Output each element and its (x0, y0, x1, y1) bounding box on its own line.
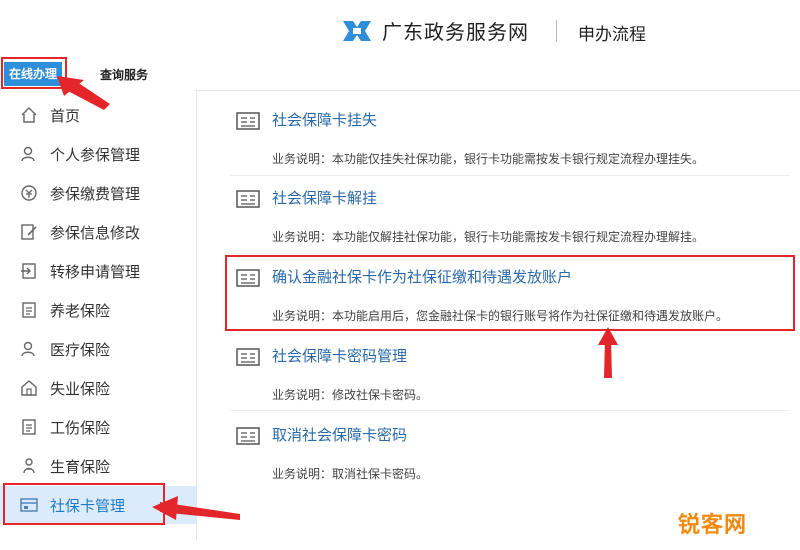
service-title-link[interactable]: 取消社会保障卡密码 (272, 424, 407, 445)
transfer-icon (21, 263, 36, 279)
person-icon (21, 341, 35, 357)
sidebar: 首页 个人参保管理 参保缴费管理 参保信息修改 转移申请管理 养老保险 医疗保险… (0, 90, 197, 540)
sidebar-item-personal[interactable]: 个人参保管理 (0, 135, 196, 173)
sidebar-item-label: 首页 (50, 107, 81, 125)
service-card: 取消社会保障卡密码 业务说明：取消社保卡密码。 (230, 415, 800, 493)
sidebar-item-injury[interactable]: 工伤保险 (0, 408, 196, 446)
payment-icon (21, 185, 37, 201)
sidebar-item-label: 参保缴费管理 (50, 185, 141, 203)
person-icon (21, 146, 35, 162)
divider (230, 410, 790, 411)
site-name[interactable]: 广东政务服务网 (382, 16, 529, 45)
document-icon (22, 302, 36, 318)
service-description: 业务说明：本功能仅挂失社保功能，银行卡功能需按发卡银行规定流程办理挂失。 (272, 152, 705, 166)
house-icon (21, 380, 37, 396)
sidebar-item-medical[interactable]: 医疗保险 (0, 330, 196, 368)
section-title: 申办流程 (578, 25, 646, 45)
service-title-link[interactable]: 社会保障卡挂失 (272, 109, 377, 130)
annotation-box-tab (1, 57, 67, 89)
divider (230, 253, 790, 254)
sidebar-item-payment[interactable]: 参保缴费管理 (0, 174, 196, 212)
home-icon (21, 107, 37, 123)
sidebar-item-label: 养老保险 (50, 302, 111, 320)
annotation-box-sidebar (3, 483, 165, 525)
service-title-link[interactable]: 社会保障卡解挂 (272, 187, 377, 208)
id-card-icon (236, 112, 260, 130)
service-card: 社会保障卡解挂 业务说明：本功能仅解挂社保功能，银行卡功能需按发卡银行规定流程办… (230, 178, 800, 256)
document-icon (22, 419, 36, 435)
service-title-link[interactable]: 社会保障卡密码管理 (272, 345, 407, 366)
sidebar-item-label: 个人参保管理 (50, 146, 141, 164)
service-description: 业务说明：本功能仅解挂社保功能，银行卡功能需按发卡银行规定流程办理解挂。 (272, 230, 705, 244)
id-card-icon (236, 190, 260, 208)
sidebar-item-label: 失业保险 (50, 380, 111, 398)
sidebar-item-home[interactable]: 首页 (0, 96, 196, 134)
sidebar-item-pension[interactable]: 养老保险 (0, 291, 196, 329)
sidebar-item-label: 工伤保险 (50, 419, 111, 437)
id-card-icon (236, 348, 260, 366)
sidebar-item-info-edit[interactable]: 参保信息修改 (0, 213, 196, 251)
service-description: 业务说明：取消社保卡密码。 (272, 467, 429, 481)
sidebar-item-label: 医疗保险 (50, 341, 111, 359)
service-description: 业务说明：修改社保卡密码。 (272, 388, 429, 402)
gdzwfw-logo-icon (340, 17, 374, 45)
annotation-box-service (225, 255, 795, 331)
baby-icon (23, 458, 35, 474)
edit-icon (21, 224, 37, 240)
sidebar-item-label: 生育保险 (50, 458, 111, 476)
top-header: 广东政务服务网 申办流程 (0, 0, 800, 58)
service-card: 社会保障卡挂失 业务说明：本功能仅挂失社保功能，银行卡功能需按发卡银行规定流程办… (230, 100, 800, 178)
divider (230, 175, 790, 176)
tab-query[interactable]: 查询服务 (100, 66, 148, 83)
service-card: 社会保障卡密码管理 业务说明：修改社保卡密码。 (230, 336, 800, 414)
header-divider (556, 20, 557, 42)
sidebar-item-label: 参保信息修改 (50, 224, 141, 242)
watermark-logo: 锐客网 (678, 513, 748, 538)
sidebar-item-label: 转移申请管理 (50, 263, 141, 281)
sidebar-item-maternity[interactable]: 生育保险 (0, 447, 196, 485)
sidebar-item-transfer[interactable]: 转移申请管理 (0, 252, 196, 290)
id-card-icon (236, 427, 260, 445)
sidebar-item-unemployment[interactable]: 失业保险 (0, 369, 196, 407)
